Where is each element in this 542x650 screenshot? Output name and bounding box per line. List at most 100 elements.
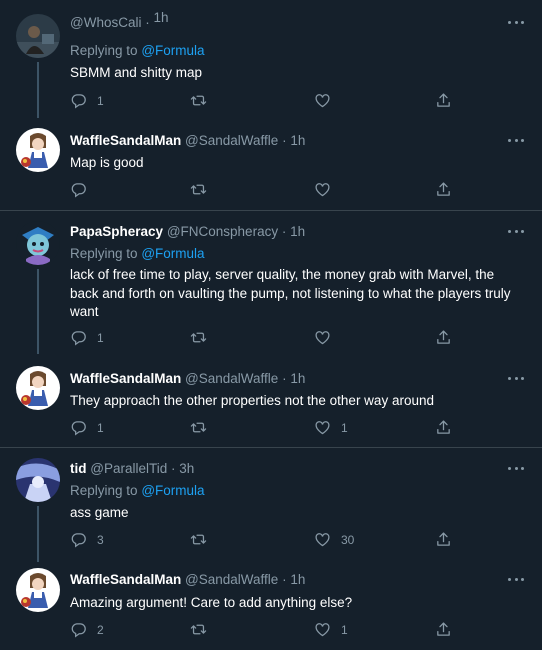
retweet-button[interactable] [190, 329, 217, 346]
retweet-icon [190, 181, 207, 198]
like-icon [314, 621, 331, 638]
user-handle[interactable]: @WhosCali [70, 15, 141, 30]
retweet-icon [190, 419, 207, 436]
like-button[interactable]: 1 [314, 419, 348, 436]
tweet-header: PapaSpheracy @FNConspheracy · 1h [70, 224, 305, 239]
reply-button[interactable]: 2 [70, 621, 104, 638]
reply-count: 1 [97, 330, 104, 345]
tweet-papaspheracy[interactable]: PapaSpheracy @FNConspheracy · 1h Replyin… [0, 211, 542, 354]
like-count: 1 [341, 420, 348, 435]
user-handle[interactable]: @SandalWaffle [185, 572, 278, 587]
reply-icon [70, 181, 87, 198]
more-icon[interactable] [508, 573, 524, 585]
more-icon[interactable] [508, 372, 524, 384]
timestamp[interactable]: 1h [290, 371, 305, 386]
avatar[interactable] [16, 366, 60, 410]
share-button[interactable] [435, 621, 452, 638]
tweet-tid[interactable]: tid @ParallelTid · 3h Replying to @Formu… [0, 448, 542, 562]
retweet-button[interactable] [190, 92, 217, 109]
reply-button[interactable]: 1 [70, 419, 104, 436]
retweet-button[interactable] [190, 419, 217, 436]
avatar[interactable] [16, 128, 60, 172]
replying-to-label: Replying to [70, 483, 138, 498]
share-button[interactable] [435, 329, 452, 346]
display-name[interactable]: WaffleSandalMan [70, 371, 181, 386]
share-icon [435, 329, 452, 346]
timestamp[interactable]: 3h [179, 461, 194, 476]
user-handle[interactable]: @SandalWaffle [185, 371, 278, 386]
tweet-header: WaffleSandalMan @SandalWaffle · 1h [70, 133, 305, 148]
more-icon[interactable] [508, 16, 524, 28]
like-button[interactable] [314, 181, 341, 198]
replying-to-handle[interactable]: @Formula [141, 483, 204, 498]
tweet-actions: 1 [70, 92, 450, 112]
timestamp[interactable]: 1h [290, 572, 305, 587]
display-name[interactable]: tid [70, 461, 87, 476]
tweet-wafflesandalman[interactable]: WaffleSandalMan @SandalWaffle · 1h They … [0, 356, 542, 446]
retweet-button[interactable] [190, 621, 217, 638]
retweet-icon [190, 329, 207, 346]
display-name[interactable]: PapaSpheracy [70, 224, 163, 239]
more-icon[interactable] [508, 225, 524, 237]
separator-dot: · [282, 133, 287, 148]
user-handle[interactable]: @FNConspheracy [167, 224, 278, 239]
reply-count: 1 [97, 420, 104, 435]
like-button[interactable]: 30 [314, 531, 354, 548]
tweet-actions: 2 1 [70, 621, 450, 641]
display-name[interactable]: WaffleSandalMan [70, 572, 181, 587]
tweet-wafflesandalman[interactable]: WaffleSandalMan @SandalWaffle · 1h Amazi… [0, 558, 542, 650]
user-handle[interactable]: @SandalWaffle [185, 133, 278, 148]
avatar[interactable] [16, 14, 60, 58]
share-button[interactable] [435, 419, 452, 436]
display-name[interactable]: WaffleSandalMan [70, 133, 181, 148]
like-icon [314, 92, 331, 109]
tweet-header: WaffleSandalMan @SandalWaffle · 1h [70, 371, 305, 386]
like-button[interactable] [314, 92, 341, 109]
replying-to-handle[interactable]: @Formula [141, 43, 204, 58]
tweet-text: lack of free time to play, server qualit… [70, 267, 511, 319]
avatar[interactable] [16, 221, 60, 265]
retweet-button[interactable] [190, 181, 217, 198]
timestamp[interactable]: 1h [290, 224, 305, 239]
like-icon [314, 181, 331, 198]
reply-count: 3 [97, 532, 104, 547]
reply-icon [70, 329, 87, 346]
share-button[interactable] [435, 92, 452, 109]
share-icon [435, 181, 452, 198]
separator-dot: · [145, 15, 150, 30]
reply-count: 2 [97, 622, 104, 637]
reply-button[interactable]: 3 [70, 531, 104, 548]
tweet-text: Map is good [70, 155, 144, 170]
thread-line [37, 62, 39, 118]
user-handle[interactable]: @ParallelTid [90, 461, 167, 476]
more-icon[interactable] [508, 134, 524, 146]
reply-count: 1 [97, 93, 104, 108]
replying-to-label: Replying to [70, 43, 138, 58]
share-button[interactable] [435, 531, 452, 548]
replying-to-handle[interactable]: @Formula [141, 246, 204, 261]
tweet-whoscali[interactable]: @WhosCali · 1h Replying to @Formula SBMM… [0, 0, 542, 118]
reply-button[interactable]: 1 [70, 329, 104, 346]
avatar[interactable] [16, 458, 60, 502]
tweet-actions: 1 [70, 329, 450, 349]
like-button[interactable] [314, 329, 341, 346]
share-button[interactable] [435, 181, 452, 198]
retweet-icon [190, 92, 207, 109]
tweet-actions: 3 30 [70, 531, 450, 551]
like-button[interactable]: 1 [314, 621, 348, 638]
share-icon [435, 531, 452, 548]
reply-button[interactable]: 1 [70, 92, 104, 109]
like-count: 1 [341, 622, 348, 637]
timestamp[interactable]: 1h [290, 133, 305, 148]
tweet-wafflesandalman[interactable]: WaffleSandalMan @SandalWaffle · 1h Map i… [0, 118, 542, 210]
tweet-text: They approach the other properties not t… [70, 393, 434, 408]
more-icon[interactable] [508, 462, 524, 474]
replying-to-label: Replying to [70, 246, 138, 261]
reply-button[interactable] [70, 181, 97, 198]
like-icon [314, 329, 331, 346]
like-icon [314, 531, 331, 548]
avatar[interactable] [16, 568, 60, 612]
timestamp[interactable]: 1h [154, 10, 169, 25]
tweet-text: ass game [70, 505, 129, 520]
retweet-button[interactable] [190, 531, 217, 548]
